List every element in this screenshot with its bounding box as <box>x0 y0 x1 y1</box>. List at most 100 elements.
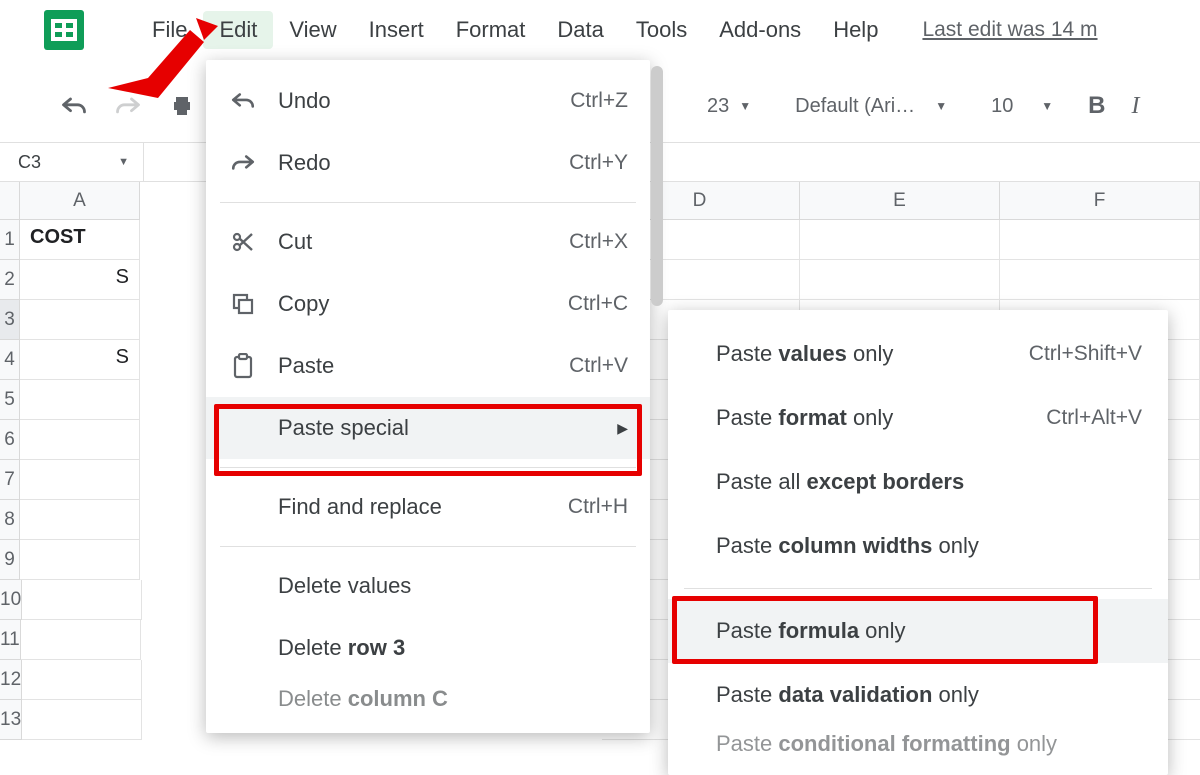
menu-data[interactable]: Data <box>541 11 619 49</box>
menu-separator <box>220 467 636 468</box>
cell[interactable] <box>20 300 140 340</box>
caret-down-icon: ▼ <box>739 99 751 113</box>
menu-help[interactable]: Help <box>817 11 894 49</box>
menu-format[interactable]: Format <box>440 11 542 49</box>
column-header[interactable]: F <box>1000 182 1200 220</box>
menu-item-label: Copy <box>278 291 548 317</box>
cell[interactable] <box>1000 260 1200 300</box>
menu-item-label: Redo <box>278 150 549 176</box>
menu-redo[interactable]: Redo Ctrl+Y <box>206 132 650 194</box>
name-box[interactable]: C3 ▼ <box>0 143 144 181</box>
cell[interactable] <box>1000 220 1200 260</box>
menu-item-label: Paste column widths only <box>716 533 1142 559</box>
submenu-paste-conditional-formatting[interactable]: Paste conditional formatting only <box>668 727 1168 761</box>
menu-addons[interactable]: Add-ons <box>703 11 817 49</box>
submenu-paste-formula[interactable]: Paste formula only <box>668 599 1168 663</box>
row-header[interactable]: 11 <box>0 620 21 660</box>
submenu-paste-data-validation[interactable]: Paste data validation only <box>668 663 1168 727</box>
italic-button[interactable]: I <box>1131 93 1139 120</box>
row-header[interactable]: 12 <box>0 660 22 700</box>
menu-cut[interactable]: Cut Ctrl+X <box>206 211 650 273</box>
row-header[interactable]: 9 <box>0 540 20 580</box>
menu-item-shortcut: Ctrl+Shift+V <box>1029 342 1142 366</box>
menu-paste-special[interactable]: Paste special ▶ <box>206 397 650 459</box>
menu-paste[interactable]: Paste Ctrl+V <box>206 335 650 397</box>
undo-icon <box>228 91 258 111</box>
menu-separator <box>684 588 1152 589</box>
row-header[interactable]: 13 <box>0 700 22 740</box>
cell[interactable] <box>21 620 141 660</box>
menu-copy[interactable]: Copy Ctrl+C <box>206 273 650 335</box>
column-header[interactable]: A <box>20 182 140 220</box>
zoom-value: 23 <box>707 95 729 118</box>
menu-find-replace[interactable]: Find and replace Ctrl+H <box>206 476 650 538</box>
menu-edit[interactable]: Edit <box>203 11 273 49</box>
row-header[interactable]: 4 <box>0 340 20 380</box>
bold-button[interactable]: B <box>1088 92 1105 120</box>
cell[interactable]: S <box>20 260 140 300</box>
menu-undo[interactable]: Undo Ctrl+Z <box>206 70 650 132</box>
cell[interactable] <box>20 420 140 460</box>
name-box-value: C3 <box>18 152 41 173</box>
cell[interactable] <box>22 580 142 620</box>
cell[interactable] <box>22 660 142 700</box>
menu-item-label: Paste <box>278 353 549 379</box>
menu-delete-values[interactable]: Delete values <box>206 555 650 617</box>
paste-special-submenu: Paste values only Ctrl+Shift+V Paste for… <box>668 310 1168 775</box>
row-header[interactable]: 1 <box>0 220 20 260</box>
row-header[interactable]: 7 <box>0 460 20 500</box>
redo-icon <box>228 153 258 173</box>
row-header[interactable]: 2 <box>0 260 20 300</box>
menu-item-shortcut: Ctrl+Z <box>570 89 628 113</box>
cell[interactable]: COST <box>20 220 140 260</box>
cell[interactable] <box>20 460 140 500</box>
zoom-select[interactable]: 23 ▼ <box>698 90 760 123</box>
caret-down-icon: ▼ <box>935 99 947 113</box>
caret-down-icon: ▼ <box>118 156 129 168</box>
row-header[interactable]: 3 <box>0 300 20 340</box>
submenu-paste-format[interactable]: Paste format only Ctrl+Alt+V <box>668 386 1168 450</box>
submenu-paste-column-widths[interactable]: Paste column widths only <box>668 514 1168 578</box>
print-icon[interactable] <box>168 92 196 120</box>
cell[interactable] <box>800 260 1000 300</box>
menu-scrollbar[interactable] <box>651 66 663 306</box>
menu-separator <box>220 202 636 203</box>
edit-menu-dropdown: Undo Ctrl+Z Redo Ctrl+Y Cut Ctrl+X Copy … <box>206 60 650 733</box>
menu-item-label: Paste formula only <box>716 618 1142 644</box>
cell[interactable] <box>20 540 140 580</box>
row-header[interactable]: 5 <box>0 380 20 420</box>
menu-tools[interactable]: Tools <box>620 11 703 49</box>
menu-item-label: Paste conditional formatting only <box>716 731 1142 757</box>
menu-delete-column[interactable]: Delete column C <box>206 679 650 719</box>
submenu-paste-values[interactable]: Paste values only Ctrl+Shift+V <box>668 322 1168 386</box>
menu-item-shortcut: Ctrl+C <box>568 292 628 316</box>
menu-item-label: Cut <box>278 229 549 255</box>
sheets-logo-icon <box>44 10 84 50</box>
row-header[interactable]: 10 <box>0 580 22 620</box>
menu-separator <box>220 546 636 547</box>
cell[interactable]: S <box>20 340 140 380</box>
menu-view[interactable]: View <box>273 11 352 49</box>
menubar: File Edit View Insert Format Data Tools … <box>0 0 1200 60</box>
menu-item-label: Paste all except borders <box>716 469 1142 495</box>
row-header[interactable]: 6 <box>0 420 20 460</box>
cell[interactable] <box>22 700 142 740</box>
menu-item-shortcut: Ctrl+Y <box>569 151 628 175</box>
font-size-value: 10 <box>991 95 1013 118</box>
menu-delete-row[interactable]: Delete row 3 <box>206 617 650 679</box>
undo-icon[interactable] <box>60 92 88 120</box>
column-header[interactable]: E <box>800 182 1000 220</box>
menu-insert[interactable]: Insert <box>353 11 440 49</box>
menu-item-shortcut: Ctrl+X <box>569 230 628 254</box>
menu-file[interactable]: File <box>136 11 203 49</box>
row-header[interactable]: 8 <box>0 500 20 540</box>
select-all-corner[interactable] <box>0 182 20 220</box>
cell[interactable] <box>800 220 1000 260</box>
font-size-select[interactable]: 10 ▼ <box>982 90 1062 123</box>
cell[interactable] <box>20 500 140 540</box>
cell[interactable] <box>20 380 140 420</box>
redo-icon[interactable] <box>114 92 142 120</box>
last-edit-link[interactable]: Last edit was 14 m <box>922 18 1097 42</box>
submenu-paste-except-borders[interactable]: Paste all except borders <box>668 450 1168 514</box>
font-family-select[interactable]: Default (Ari… ▼ <box>786 90 956 123</box>
